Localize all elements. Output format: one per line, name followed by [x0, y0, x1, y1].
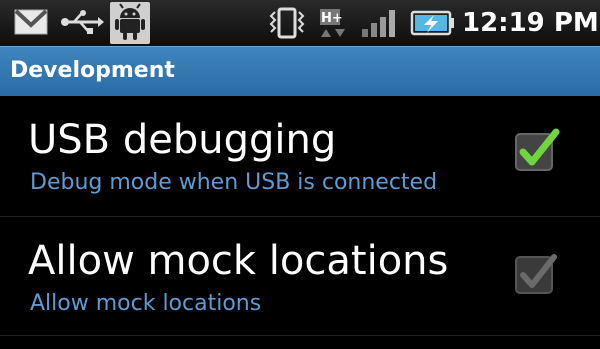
signal-icon: [360, 7, 402, 39]
hplus-data-icon: H+: [318, 7, 352, 39]
usb-icon: [60, 9, 104, 35]
status-bar: H+ 12:19 PM: [0, 0, 600, 46]
allow-mock-locations-checkbox[interactable]: [514, 249, 560, 295]
setting-summary: Allow mock locations: [30, 291, 262, 316]
allow-mock-locations-setting[interactable]: Allow mock locations Allow mock location…: [0, 216, 600, 336]
vibrate-icon: [266, 6, 308, 40]
clock: 12:19 PM: [462, 8, 599, 38]
battery-charging-icon: [410, 8, 456, 38]
setting-summary: Debug mode when USB is connected: [30, 170, 438, 195]
checkmark-icon: [515, 128, 560, 171]
setting-title: USB debugging: [28, 117, 337, 163]
checkmark-icon: [515, 254, 557, 294]
gmail-icon: [14, 8, 48, 36]
usb-debugging-checkbox[interactable]: [514, 126, 560, 172]
svg-text:H+: H+: [321, 11, 343, 26]
usb-debugging-setting[interactable]: USB debugging Debug mode when USB is con…: [0, 96, 600, 216]
list-divider: [0, 335, 600, 336]
debug-android-icon: [110, 2, 150, 44]
section-header: Development: [0, 46, 600, 96]
section-title: Development: [10, 58, 175, 83]
setting-title: Allow mock locations: [28, 238, 449, 284]
